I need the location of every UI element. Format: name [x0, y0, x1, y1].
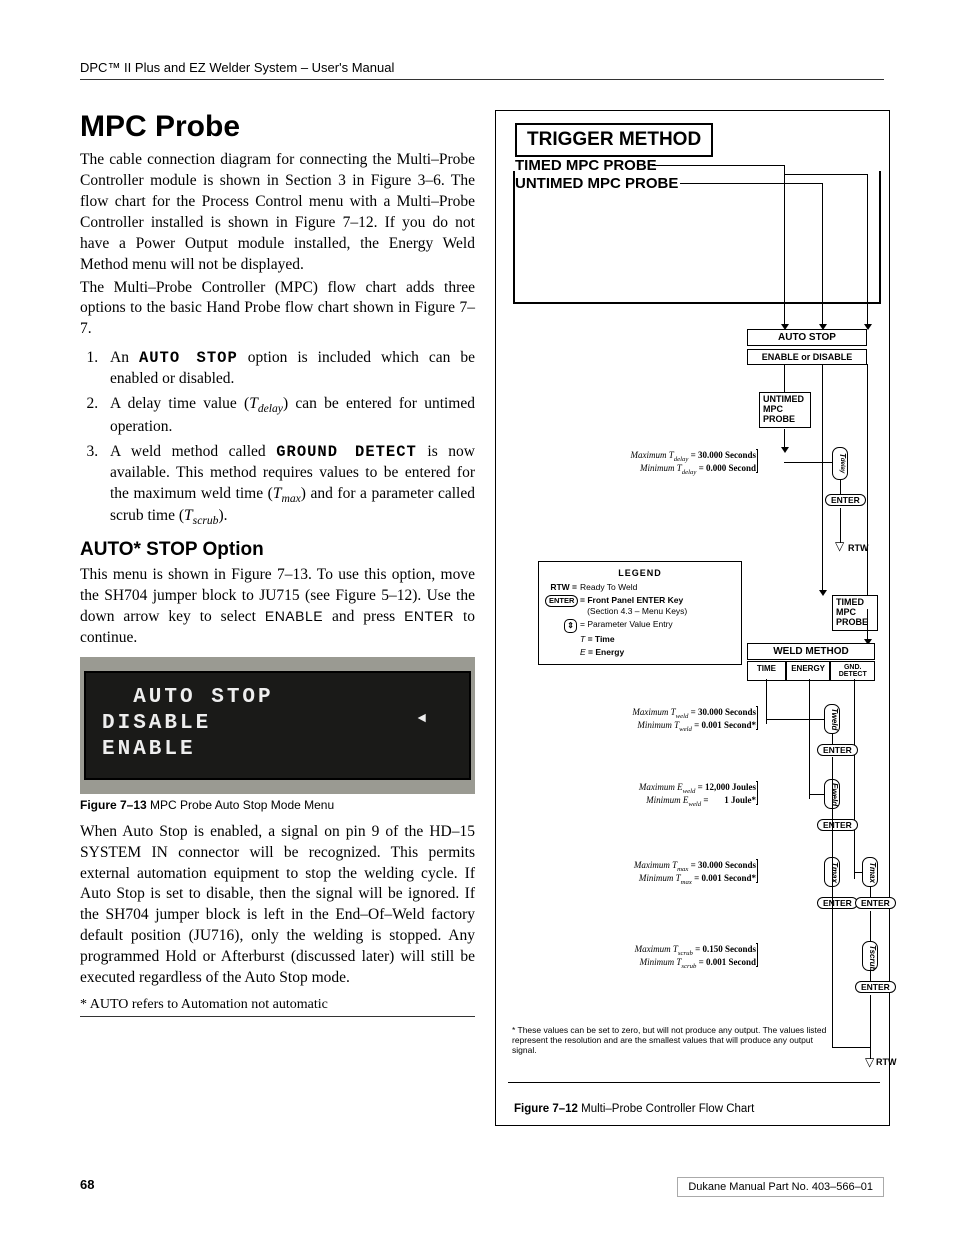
fc-main-box [513, 171, 881, 304]
fc-enable-disable-box: ENABLE or DISABLE [747, 349, 867, 365]
fc-enter-3: ENTER [817, 819, 858, 831]
left-column: MPC Probe The cable connection diagram f… [80, 110, 475, 1126]
intro-para-1: The cable connection diagram for connect… [80, 150, 475, 276]
fc-tscrub-params: Maximum Tscrub = 0.150 Seconds Minimum T… [560, 944, 756, 970]
lcd-line-3: ENABLE [102, 737, 453, 763]
figure-7-13-caption: Figure 7–13 MPC Probe Auto Stop Mode Men… [80, 798, 475, 812]
fc-star-note: * These values can be set to zero, but w… [512, 1025, 832, 1056]
fc-rtw-1: RTW [848, 543, 869, 553]
fc-wm-gnd: GND.DETECT [830, 661, 875, 681]
fc-enter-4b: ENTER [855, 897, 896, 909]
page-number: 68 [80, 1177, 94, 1197]
fc-legend: LEGEND RTW =Ready To Weld ENTER= Front P… [538, 561, 742, 665]
fc-weld-method-box: WELD METHOD [747, 643, 875, 660]
fc-rtw-2: RTW [876, 1057, 897, 1067]
auto-stop-heading: AUTO* STOP Option [80, 539, 475, 561]
fc-eweld-params: Maximum Eweld = 12,000 Joules Minimum Ew… [520, 782, 756, 808]
running-header: DPC™ II Plus and EZ Welder System – User… [80, 60, 884, 80]
flowchart-panel: TRIGGER METHOD TIMED MPC PROBE UNTIMED M… [495, 110, 890, 1126]
fc-timed-mpc-box: TIMEDMPCPROBE [832, 595, 878, 631]
fc-wm-energy: ENERGY [786, 661, 831, 681]
fc-enter-5: ENTER [855, 981, 896, 993]
intro-para-2: The Multi–Probe Controller (MPC) flow ch… [80, 278, 475, 341]
fc-scroll-tmax-2: Tmax [862, 857, 878, 887]
page-footer: 68 Dukane Manual Part No. 403–566–01 [80, 1177, 884, 1197]
lcd-line-1: AUTO STOP [102, 685, 453, 711]
fc-scroll-tweld: Tweld [824, 704, 840, 734]
fc-trigger-method-title: TRIGGER METHOD [515, 123, 713, 157]
fc-enter-1: ENTER [825, 494, 866, 506]
fc-enter-4: ENTER [817, 897, 858, 909]
page-title: MPC Probe [80, 110, 475, 144]
fc-tmax-params: Maximum Tmax = 30.000 Seconds Minimum Tm… [520, 860, 756, 886]
auto-stop-detail-para: When Auto Stop is enabled, a signal on p… [80, 822, 475, 989]
manual-part-number: Dukane Manual Part No. 403–566–01 [677, 1177, 884, 1197]
options-list: An AUTO STOP option is included which ca… [102, 348, 475, 529]
lcd-line-2: DISABLE [102, 711, 453, 737]
fc-tdelay-params: Maximum Tdelay = 30.000 Seconds Minimum … [520, 450, 756, 476]
list-item-2: A delay time value (Tdelay) can be enter… [102, 394, 475, 438]
list-item-1: An AUTO STOP option is included which ca… [102, 348, 475, 390]
fc-wm-time: TIME [747, 661, 786, 681]
lcd-cursor-icon: ◄ [418, 711, 429, 729]
figure-7-12-caption: Figure 7–12 Multi–Probe Controller Flow … [514, 1103, 754, 1115]
fc-untimed-mpc-box: UNTIMEDMPCPROBE [759, 392, 811, 428]
lcd-screenshot: AUTO STOP DISABLE ENABLE ◄ [80, 657, 475, 794]
auto-stop-para: This menu is shown in Figure 7–13. To us… [80, 565, 475, 649]
fc-enter-2: ENTER [817, 744, 858, 756]
auto-footnote: * AUTO refers to Automation not automati… [80, 997, 475, 1017]
list-item-3: A weld method called GROUND DETECT is no… [102, 442, 475, 529]
fc-scroll-tscrub: Tscrub [862, 941, 878, 971]
fc-tweld-params: Maximum Tweld = 30.000 Seconds Minimum T… [520, 707, 756, 733]
fc-auto-stop-box: AUTO STOP [747, 329, 867, 346]
fc-scroll-tdelay: Tdelay [832, 447, 848, 480]
